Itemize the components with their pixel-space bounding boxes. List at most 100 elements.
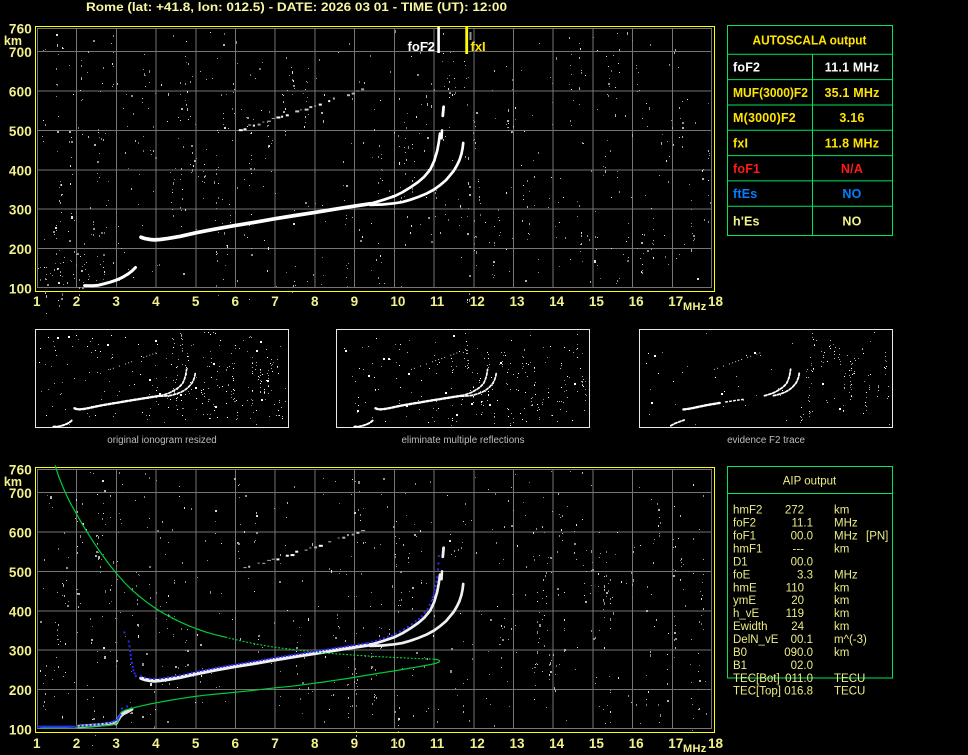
svg-text:AUTOSCALA output: AUTOSCALA output [753, 33, 868, 48]
svg-text:6: 6 [232, 294, 240, 309]
svg-text:00.1: 00.1 [791, 634, 813, 646]
svg-text:original ionogram resized: original ionogram resized [107, 435, 216, 446]
svg-text:km: km [834, 608, 849, 620]
svg-text:Ewidth: Ewidth [733, 621, 768, 633]
svg-text:evidence F2 trace: evidence F2 trace [727, 435, 805, 446]
svg-text:hmF1: hmF1 [733, 543, 762, 555]
svg-text:foF2: foF2 [408, 39, 435, 54]
svg-text:500: 500 [9, 124, 32, 139]
svg-text:100: 100 [9, 282, 32, 297]
svg-text:3: 3 [112, 294, 120, 309]
svg-text:500: 500 [9, 565, 32, 580]
svg-text:110: 110 [786, 582, 804, 594]
svg-text:MUF(3000)F2: MUF(3000)F2 [733, 86, 808, 100]
svg-text:MHz: MHz [683, 743, 707, 755]
svg-text:14: 14 [549, 294, 565, 309]
svg-text:M(3000)F2: M(3000)F2 [733, 111, 796, 125]
svg-text:D1: D1 [733, 556, 748, 568]
svg-text:4: 4 [152, 294, 160, 309]
svg-text:200: 200 [9, 242, 32, 257]
svg-text:16: 16 [629, 294, 645, 309]
svg-text:18: 18 [708, 736, 724, 751]
svg-text:foF2: foF2 [733, 60, 760, 74]
svg-text:B0: B0 [733, 647, 747, 659]
svg-text:13: 13 [509, 736, 525, 751]
svg-text:foF2: foF2 [733, 518, 756, 530]
svg-text:Rome (lat: +41.8, lon: 012.5): Rome (lat: +41.8, lon: 012.5) - DATE: 20… [86, 0, 507, 14]
svg-text:m^(-3): m^(-3) [834, 634, 867, 646]
svg-text:300: 300 [9, 203, 32, 218]
svg-text:3.16: 3.16 [839, 111, 864, 125]
svg-text:11: 11 [430, 736, 445, 751]
svg-text:km: km [834, 647, 849, 659]
svg-text:15: 15 [589, 736, 605, 751]
svg-text:[PN]: [PN] [866, 531, 888, 543]
svg-text:011.0: 011.0 [785, 673, 813, 685]
svg-text:300: 300 [9, 644, 32, 659]
svg-text:090.0: 090.0 [784, 647, 813, 659]
svg-text:7: 7 [271, 736, 279, 751]
svg-text:eliminate multiple reflections: eliminate multiple reflections [401, 435, 524, 446]
svg-text:MHz: MHz [683, 301, 707, 313]
svg-text:20: 20 [791, 595, 804, 607]
svg-text:15: 15 [589, 294, 605, 309]
svg-text:600: 600 [9, 85, 32, 100]
svg-text:km: km [834, 582, 849, 594]
svg-text:16: 16 [629, 736, 645, 751]
svg-text:TEC[Top]: TEC[Top] [733, 686, 781, 698]
svg-text:DelN_vE: DelN_vE [733, 634, 779, 646]
svg-text:---: --- [793, 543, 805, 555]
svg-text:km: km [834, 621, 849, 633]
svg-text:km: km [4, 34, 22, 48]
svg-text:km: km [834, 595, 849, 607]
svg-text:2: 2 [73, 294, 81, 309]
svg-text:foF1: foF1 [733, 162, 760, 176]
svg-text:00.0: 00.0 [791, 556, 813, 568]
svg-text:11.1 MHz: 11.1 MHz [825, 60, 879, 74]
svg-text:10: 10 [390, 736, 405, 751]
svg-text:400: 400 [9, 604, 32, 619]
svg-text:7: 7 [271, 294, 279, 309]
svg-text:9: 9 [351, 294, 359, 309]
svg-text:119: 119 [786, 608, 804, 620]
svg-text:9: 9 [351, 736, 359, 751]
svg-text:11.8 MHz: 11.8 MHz [825, 136, 879, 150]
svg-text:3.3: 3.3 [797, 569, 813, 581]
svg-text:km: km [834, 505, 849, 517]
svg-text:h_vE: h_vE [733, 608, 760, 620]
svg-text:TECU: TECU [834, 673, 865, 685]
svg-text:5: 5 [192, 736, 200, 751]
svg-text:ymE: ymE [733, 595, 756, 607]
svg-text:12: 12 [470, 736, 485, 751]
svg-text:12: 12 [470, 294, 485, 309]
svg-text:2: 2 [73, 736, 81, 751]
svg-text:8: 8 [311, 736, 319, 751]
svg-text:016.8: 016.8 [784, 686, 813, 698]
svg-text:TEC[Bot]: TEC[Bot] [733, 673, 780, 685]
svg-text:fxI: fxI [471, 39, 486, 54]
svg-text:MHz: MHz [834, 569, 858, 581]
svg-text:17: 17 [668, 294, 683, 309]
svg-text:10: 10 [390, 294, 405, 309]
svg-text:AIP output: AIP output [783, 476, 837, 488]
svg-text:200: 200 [9, 683, 32, 698]
svg-text:3: 3 [112, 736, 120, 751]
svg-text:km: km [834, 543, 849, 555]
svg-text:1: 1 [33, 294, 41, 309]
svg-text:TECU: TECU [834, 686, 865, 698]
svg-text:35.1 MHz: 35.1 MHz [824, 86, 879, 100]
svg-text:17: 17 [668, 736, 683, 751]
svg-text:h'Es: h'Es [733, 214, 760, 228]
svg-text:13: 13 [509, 294, 525, 309]
svg-text:foF1: foF1 [733, 531, 756, 543]
svg-text:fxI: fxI [733, 136, 748, 150]
svg-text:600: 600 [9, 526, 32, 541]
svg-text:100: 100 [9, 723, 32, 738]
svg-text:B1: B1 [733, 660, 747, 672]
svg-text:18: 18 [708, 294, 724, 309]
svg-text:foE: foE [733, 569, 751, 581]
svg-text:ftEs: ftEs [733, 187, 757, 201]
svg-text:N/A: N/A [841, 162, 863, 176]
svg-text:6: 6 [232, 736, 240, 751]
svg-text:4: 4 [152, 736, 160, 751]
